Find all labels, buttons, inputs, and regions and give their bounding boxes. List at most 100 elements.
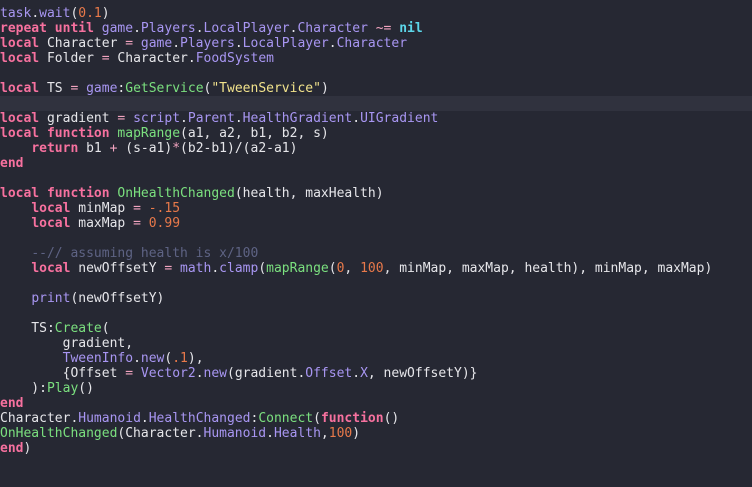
number-token: -.15: [148, 201, 181, 216]
identifier-token: [368, 21, 376, 36]
code-line[interactable]: local minMap = -.15: [0, 201, 752, 216]
member-token: LocalPlayer: [242, 36, 329, 51]
function-token: GetService: [125, 81, 204, 96]
identifier-token: minMap: [70, 201, 134, 216]
punctuation-token: .: [234, 111, 243, 126]
member-token: Humanoid: [78, 411, 141, 426]
code-line[interactable]: task.wait(0.1): [0, 6, 752, 21]
number-token: 0.1: [78, 6, 102, 21]
identifier-token: ): [23, 441, 32, 456]
comment-token: --// assuming health is x/100: [31, 246, 259, 261]
code-line[interactable]: local Folder = Character.FoodSystem: [0, 51, 752, 66]
member-token: print: [31, 291, 71, 306]
identifier-token: .: [352, 366, 361, 381]
code-line[interactable]: TS:Create(: [0, 321, 752, 336]
punctuation-token: .: [211, 261, 220, 276]
code-line[interactable]: repeat until game.Players.LocalPlayer.Ch…: [0, 21, 752, 36]
code-line[interactable]: [0, 66, 752, 81]
punctuation-token: .: [234, 36, 243, 51]
member-token: Vector2: [140, 366, 196, 381]
code-line[interactable]: [0, 171, 752, 186]
function-token: mapRange: [117, 126, 181, 141]
code-line[interactable]: return b1 + (s-a1)*(b2-b1)/(a2-a1): [0, 141, 752, 156]
member-token: new: [203, 366, 227, 381]
code-line[interactable]: local TS = game:GetService("TweenService…: [0, 81, 752, 96]
identifier-token: newOffsetY: [70, 261, 165, 276]
member-token: UIGradient: [360, 111, 439, 126]
code-line[interactable]: [0, 231, 752, 246]
member-token: Players: [180, 36, 235, 51]
identifier-token: TS:: [0, 321, 55, 336]
code-line[interactable]: [0, 306, 752, 321]
identifier-token: (health, maxHealth): [234, 186, 384, 201]
keyword-token: function: [46, 126, 110, 141]
identifier-token: [78, 81, 86, 96]
member-token: Health: [273, 426, 321, 441]
identifier-token: (gradient.: [227, 366, 306, 381]
identifier-token: [141, 216, 149, 231]
member-token: wait: [39, 6, 71, 21]
code-line[interactable]: end: [0, 396, 752, 411]
punctuation-token: .: [266, 426, 274, 441]
number-token: .1: [172, 351, 188, 366]
member-token: Offset: [305, 366, 353, 381]
code-line[interactable]: {Offset = Vector2.new(gradient.Offset.X,…: [0, 366, 752, 381]
code-line[interactable]: Character.Humanoid.HealthChanged:Connect…: [0, 411, 752, 426]
keyword-token: end: [0, 441, 24, 456]
member-token: script: [133, 111, 181, 126]
code-line[interactable]: TweenInfo.new(.1),: [0, 351, 752, 366]
code-line[interactable]: [0, 276, 752, 291]
identifier-token: ),: [187, 351, 204, 366]
identifier-token: [0, 216, 31, 231]
punctuation-token: .: [133, 21, 141, 36]
punctuation-token: .: [133, 351, 141, 366]
code-line[interactable]: local gradient = script.Parent.HealthGra…: [0, 111, 752, 126]
keyword-token: local: [0, 81, 40, 96]
code-line[interactable]: local newOffsetY = math.clamp(mapRange(0…: [0, 261, 752, 276]
member-token: new: [140, 351, 165, 366]
function-token: mapRange: [266, 261, 329, 276]
punctuation-token: .: [172, 36, 181, 51]
identifier-token: [0, 201, 31, 216]
code-line[interactable]: local Character = game.Players.LocalPlay…: [0, 36, 752, 51]
identifier-token: {Offset: [0, 366, 126, 381]
identifier-token: [141, 201, 149, 216]
punctuation-token: ): [320, 81, 329, 96]
punctuation-token: .: [352, 111, 361, 126]
code-line[interactable]: gradient,: [0, 336, 752, 351]
code-line[interactable]: [0, 96, 752, 111]
member-token: game: [140, 36, 173, 51]
keyword-token: local: [31, 201, 71, 216]
keyword-token: local: [0, 111, 40, 126]
identifier-token: (newOffsetY): [70, 291, 165, 306]
function-token: OnHealthChanged: [0, 426, 118, 441]
identifier-token: (s-a1): [117, 141, 173, 156]
code-line[interactable]: print(newOffsetY): [0, 291, 752, 306]
member-token: clamp: [219, 261, 259, 276]
keyword-token: end: [0, 156, 24, 171]
identifier-token: gradient: [39, 111, 118, 126]
member-token: LocalPlayer: [203, 21, 290, 36]
code-line[interactable]: end): [0, 441, 752, 456]
operator-token: =: [133, 216, 141, 231]
code-editor[interactable]: task.wait(0.1) repeat until game.Players.…: [0, 0, 752, 456]
code-line[interactable]: --// assuming health is x/100: [0, 246, 752, 261]
punctuation-token: .: [31, 6, 40, 21]
function-token: Create: [54, 321, 102, 336]
code-line[interactable]: end: [0, 156, 752, 171]
code-line[interactable]: OnHealthChanged(Character.Humanoid.Healt…: [0, 426, 752, 441]
member-token: game: [101, 21, 134, 36]
identifier-token: [0, 141, 31, 156]
code-line[interactable]: ):Play(): [0, 381, 752, 396]
code-line[interactable]: local maxMap = 0.99: [0, 216, 752, 231]
identifier-token: [0, 246, 31, 261]
string-token: "TweenService": [211, 81, 321, 96]
operator-token: *: [172, 141, 181, 156]
member-token: Players: [140, 21, 196, 36]
code-line[interactable]: local function mapRange(a1, a2, b1, b2, …: [0, 126, 752, 141]
member-token: Parent: [187, 111, 235, 126]
number-token: 100: [360, 261, 384, 276]
code-line[interactable]: local function OnHealthChanged(health, m…: [0, 186, 752, 201]
identifier-token: [133, 366, 141, 381]
punctuation-token: .: [140, 411, 149, 426]
